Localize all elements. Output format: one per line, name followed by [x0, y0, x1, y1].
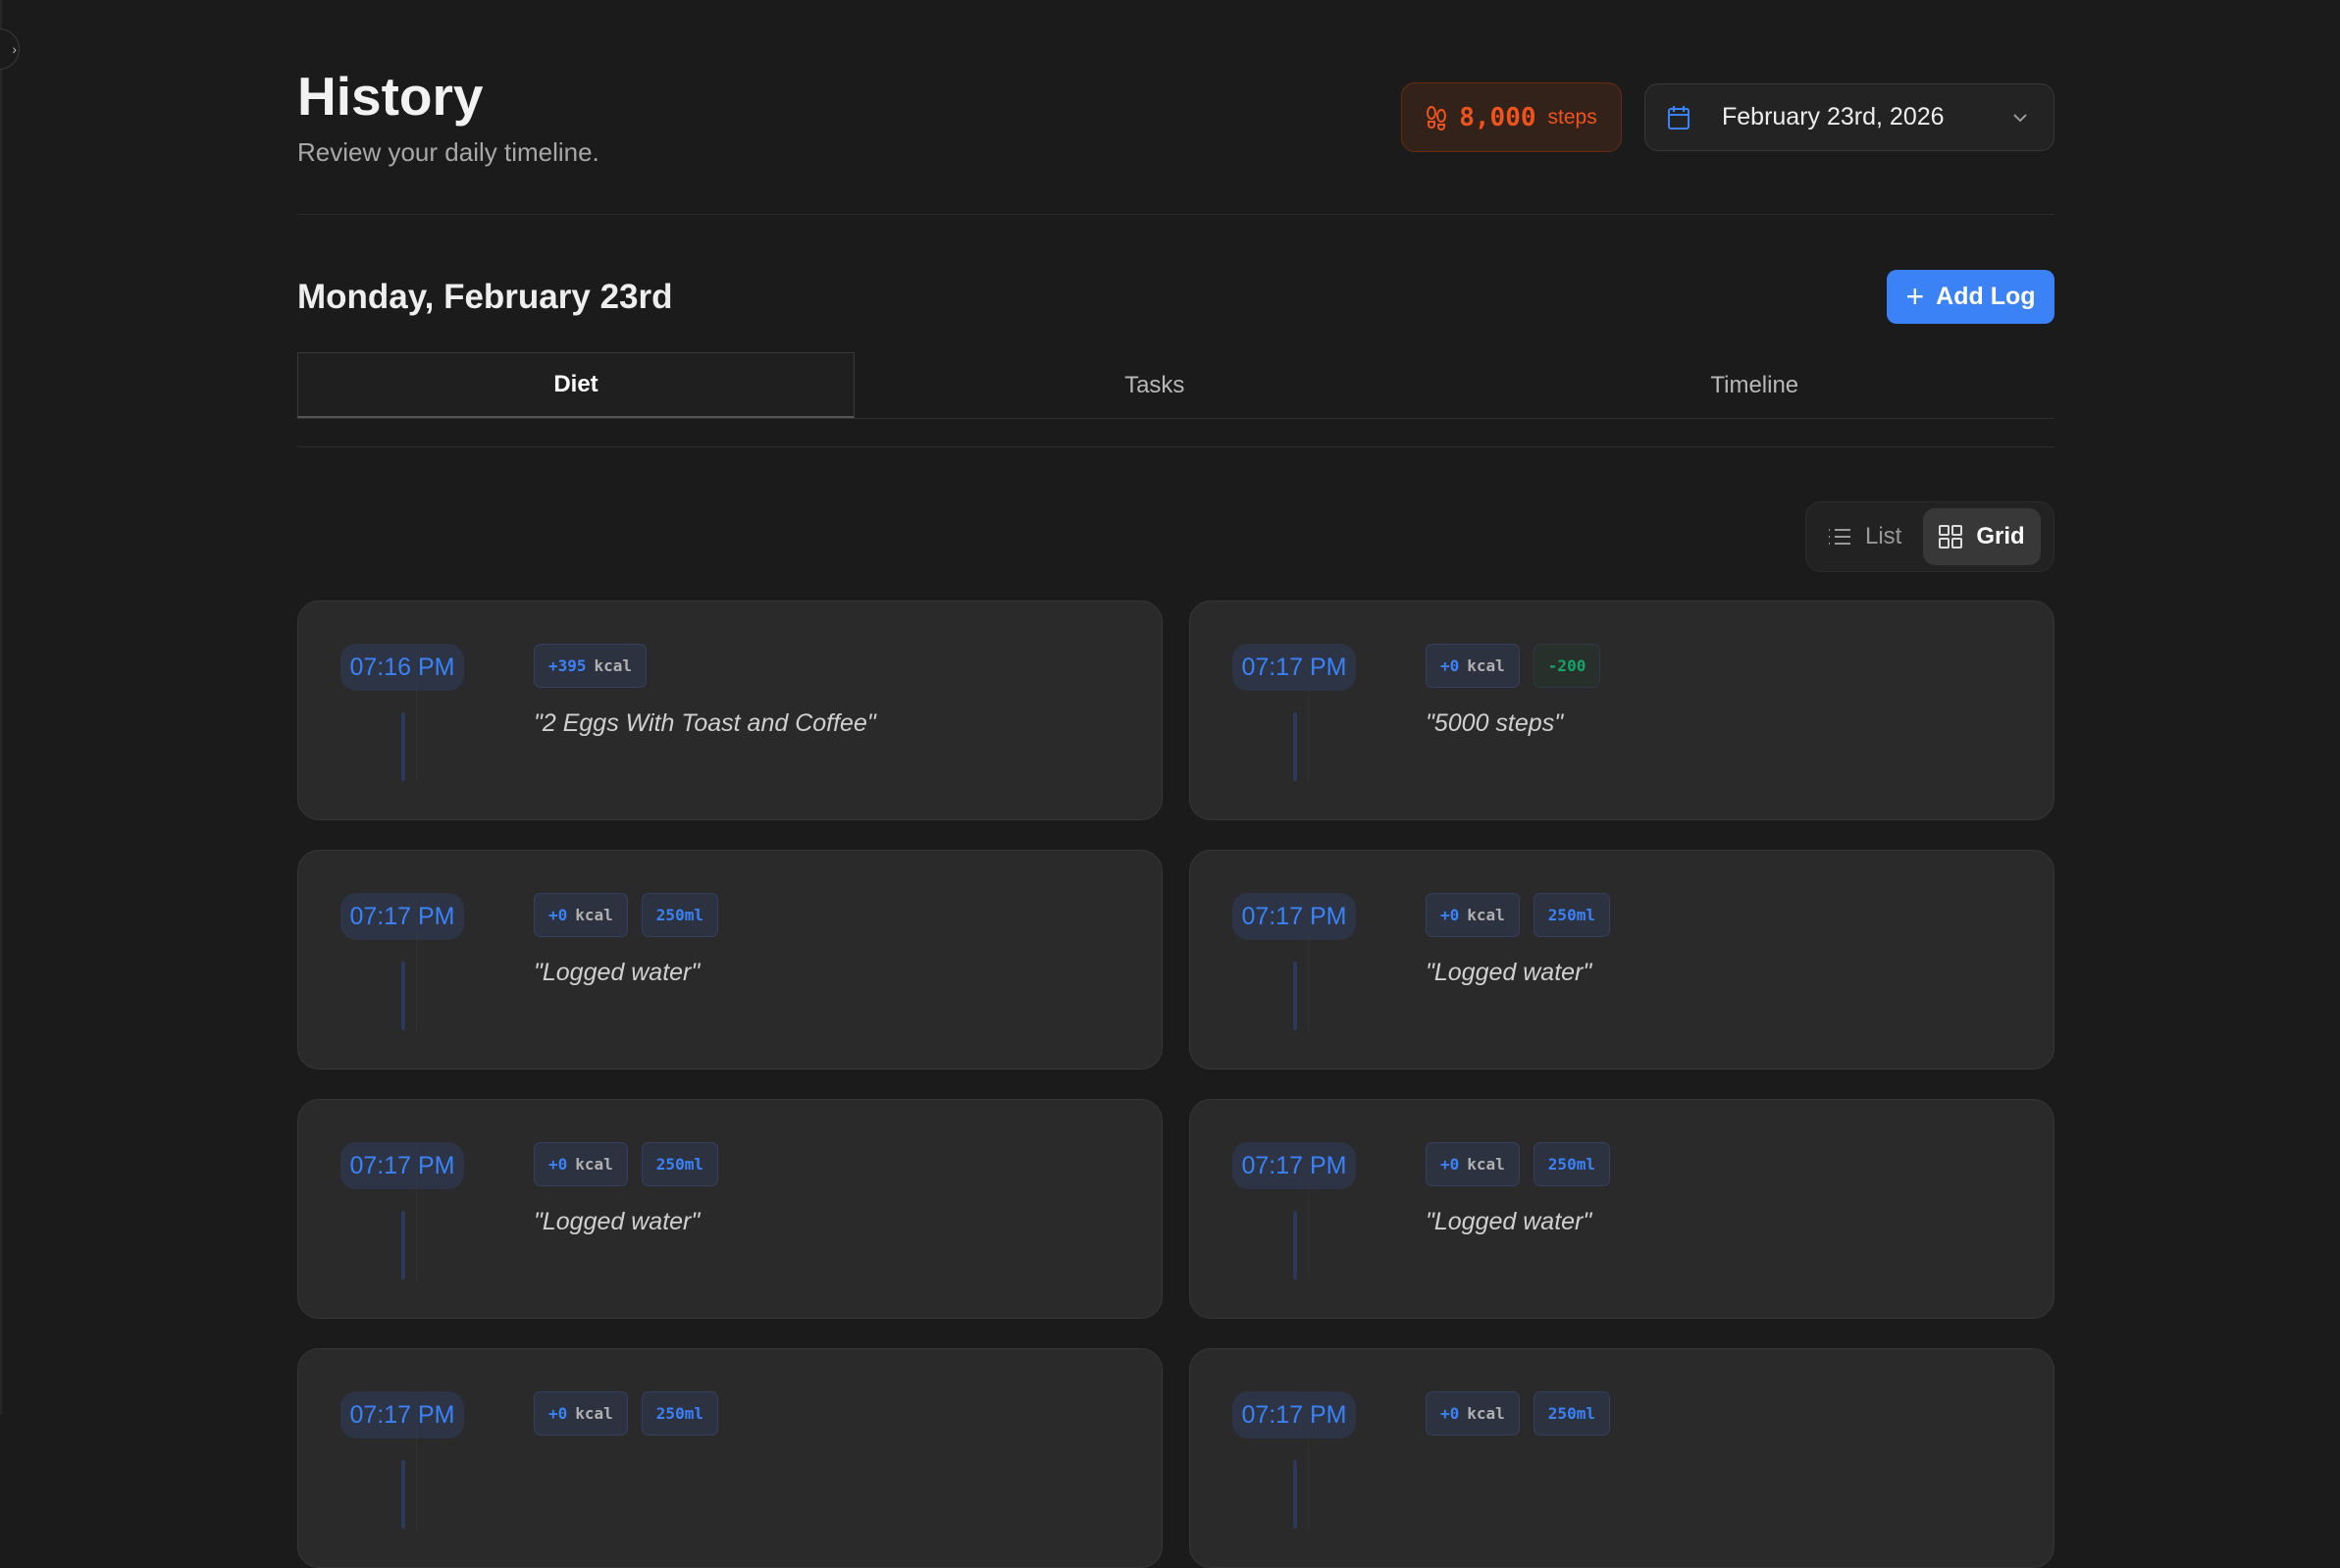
water-badge: 250ml [1534, 1142, 1610, 1186]
timeline-bar [401, 962, 405, 1030]
log-description: "2 Eggs With Toast and Coffee" [534, 709, 876, 738]
kcal-unit: kcal [1467, 656, 1505, 675]
steps-badge: 8,000 steps [1401, 82, 1622, 152]
steps-badge: -200 [1534, 644, 1601, 688]
sidebar-edge [0, 0, 2, 1414]
kcal-unit: kcal [575, 906, 613, 924]
time-pill: 07:17 PM [1232, 893, 1356, 940]
log-description: "5000 steps" [1426, 709, 1563, 738]
timeline-bar [1293, 1460, 1297, 1529]
water-badge: 250ml [1534, 893, 1610, 937]
grid-icon [1939, 525, 1962, 549]
kcal-value: +0 [548, 906, 567, 924]
kcal-unit: kcal [575, 1155, 613, 1174]
timeline-bar [401, 1460, 405, 1529]
badge-row: +0 kcal 250ml [1426, 893, 1610, 937]
footprints-icon [1426, 105, 1447, 131]
log-description: "Logged water" [534, 1208, 700, 1236]
page-subtitle: Review your daily timeline. [297, 137, 599, 168]
badge-row: +0 kcal 250ml [534, 1142, 718, 1186]
steps-unit: steps [1548, 106, 1597, 130]
time-pill: 07:16 PM [340, 644, 464, 691]
kcal-unit: kcal [1467, 1155, 1505, 1174]
kcal-unit: kcal [595, 656, 633, 675]
separator [1308, 1147, 1309, 1281]
view-toggle: List Grid [1805, 501, 2054, 572]
separator [416, 649, 417, 782]
kcal-badge: +0 kcal [534, 893, 628, 937]
badge-row: +0 kcal -200 [1426, 644, 1600, 688]
log-card[interactable]: 07:17 PM +0 kcal -200 "5000 steps" [1189, 601, 2054, 820]
separator [416, 898, 417, 1031]
page-title: History [297, 65, 484, 128]
log-card[interactable]: 07:17 PM +0 kcal 250ml "Logged water" [1189, 850, 2054, 1070]
log-grid: 07:16 PM +395 kcal "2 Eggs With Toast and C… [297, 601, 2054, 1568]
time-pill: 07:17 PM [1232, 1391, 1356, 1438]
kcal-value: +0 [1440, 656, 1459, 675]
separator [416, 1147, 417, 1281]
log-card[interactable]: 07:17 PM +0 kcal 250ml "Logged water" [297, 850, 1163, 1070]
add-log-button[interactable]: + Add Log [1887, 270, 2054, 324]
list-view-button[interactable]: List [1812, 508, 1917, 565]
tab-timeline[interactable]: Timeline [1455, 352, 2055, 418]
badge-row: +0 kcal 250ml [534, 893, 718, 937]
separator [1308, 898, 1309, 1031]
selected-date: February 23rd, 2026 [1722, 103, 2012, 131]
tab-bar: Diet Tasks Timeline [297, 352, 2054, 419]
calendar-icon [1667, 105, 1690, 131]
steps-value: 8,000 [1459, 103, 1535, 132]
time-pill: 07:17 PM [340, 1391, 464, 1438]
date-picker[interactable]: February 23rd, 2026 [1644, 83, 2054, 151]
kcal-badge: +395 kcal [534, 644, 647, 688]
time-pill: 07:17 PM [340, 893, 464, 940]
log-description: "Logged water" [534, 959, 700, 987]
grid-view-button[interactable]: Grid [1923, 508, 2040, 565]
list-label: List [1865, 523, 1901, 550]
day-heading: Monday, February 23rd [297, 278, 673, 317]
kcal-unit: kcal [1467, 906, 1505, 924]
kcal-badge: +0 kcal [1426, 1142, 1520, 1186]
badge-row: +0 kcal 250ml [1426, 1142, 1610, 1186]
log-description: "Logged water" [1426, 1208, 1591, 1236]
grid-label: Grid [1976, 523, 2024, 550]
log-card[interactable]: 07:17 PM+0kcal250ml [297, 1348, 1163, 1568]
water-badge: 250ml [642, 1142, 718, 1186]
kcal-value: +0 [1440, 906, 1459, 924]
chevron-down-icon [2012, 113, 2028, 123]
divider [297, 214, 2054, 215]
kcal-value: +0 [1440, 1155, 1459, 1174]
timeline-bar [1293, 712, 1297, 781]
timeline-bar [401, 1211, 405, 1280]
time-pill: 07:17 PM [1232, 644, 1356, 691]
chevron-right-icon: › [12, 41, 17, 57]
kcal-badge: +0 kcal [1426, 893, 1520, 937]
kcal-badge: +0 kcal [1426, 644, 1520, 688]
kcal-value: +0 [548, 1155, 567, 1174]
tab-diet[interactable]: Diet [297, 352, 855, 418]
sidebar-toggle-button[interactable]: › [0, 28, 20, 70]
water-badge: 250ml [642, 893, 718, 937]
separator [416, 1396, 417, 1530]
timeline-bar [1293, 962, 1297, 1030]
timeline-bar [401, 712, 405, 781]
separator [1308, 1396, 1309, 1530]
log-card[interactable]: 07:17 PM +0 kcal 250ml "Logged water" [1189, 1099, 2054, 1319]
time-pill: 07:17 PM [340, 1142, 464, 1189]
badge-row: +395 kcal [534, 644, 647, 688]
divider [297, 446, 2054, 447]
log-card[interactable]: 07:16 PM +395 kcal "2 Eggs With Toast and C… [297, 601, 1163, 820]
tab-tasks[interactable]: Tasks [855, 352, 1455, 418]
separator [1308, 649, 1309, 782]
log-card[interactable]: 07:17 PM+0kcal250ml [1189, 1348, 2054, 1568]
list-icon [1828, 527, 1851, 547]
plus-icon: + [1905, 279, 1924, 315]
time-pill: 07:17 PM [1232, 1142, 1356, 1189]
log-card[interactable]: 07:17 PM +0 kcal 250ml "Logged water" [297, 1099, 1163, 1319]
kcal-value: +395 [548, 656, 587, 675]
add-log-label: Add Log [1936, 283, 2035, 311]
timeline-bar [1293, 1211, 1297, 1280]
log-description: "Logged water" [1426, 959, 1591, 987]
kcal-badge: +0 kcal [534, 1142, 628, 1186]
